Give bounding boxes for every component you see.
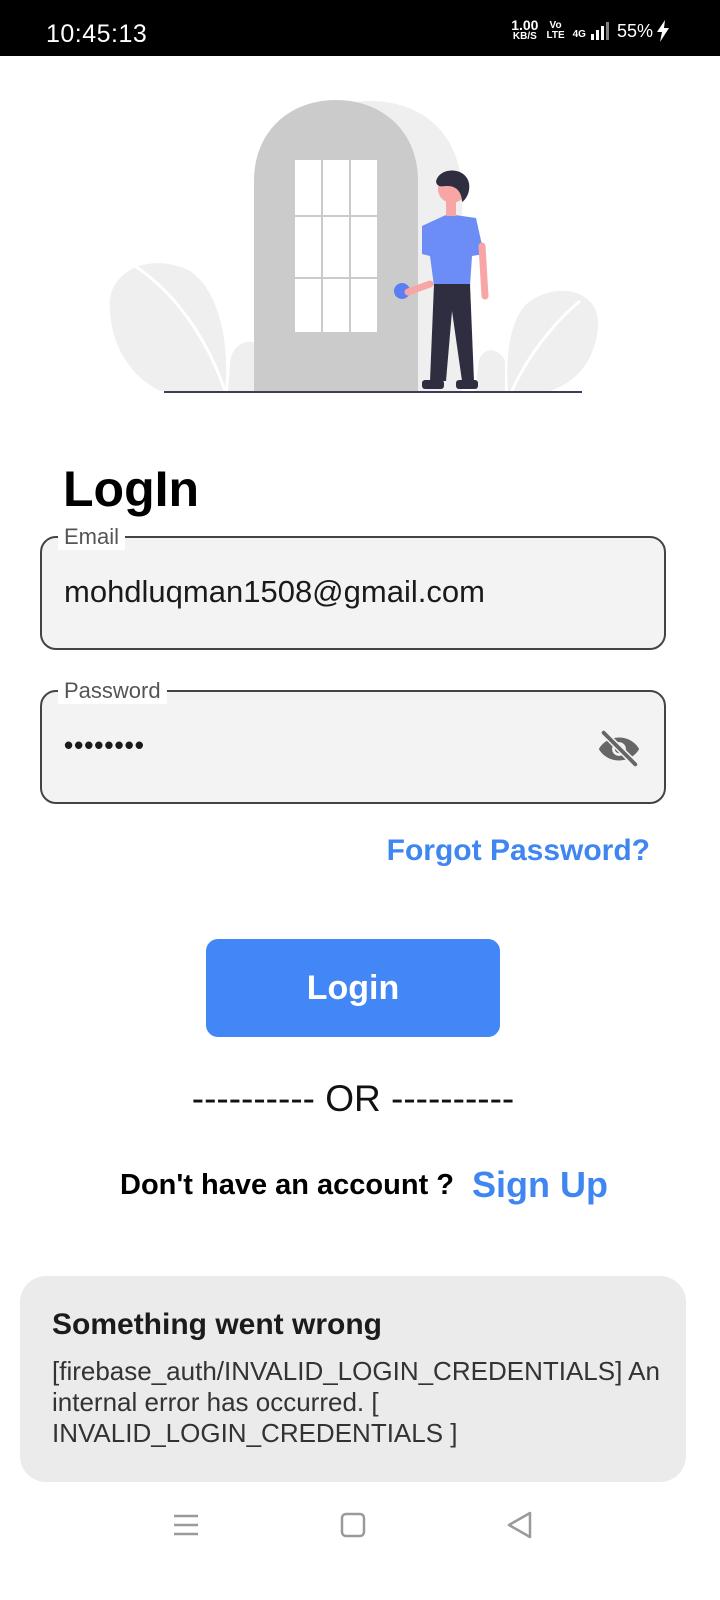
error-toast: Something went wrong [firebase_auth/INVA… [20,1276,686,1482]
signal-bars [590,22,609,40]
signal-icon: 4G [573,22,609,40]
volte-bottom: LTE [546,30,565,41]
back-triangle-icon[interactable] [500,1505,540,1545]
network-speed-value: 1.00 [511,17,539,33]
error-message: [firebase_auth/INVALID_LOGIN_CREDENTIALS… [52,1356,660,1448]
menu-icon[interactable] [166,1505,206,1545]
status-time: 10:45:13 [46,20,148,48]
volte-indicator: Vo LTE [546,21,564,41]
charging-bolt-icon [657,20,669,42]
password-label: Password [58,678,167,704]
login-button[interactable]: Login [206,939,500,1037]
email-label: Email [58,524,126,550]
login-illustration [109,100,599,393]
home-square-icon[interactable] [333,1505,373,1545]
page-title: LogIn [63,461,200,517]
error-title: Something went wrong [52,1308,382,1341]
email-field[interactable]: Email mohdluqman1508@gmail.com [40,524,666,650]
network-speed: 1.00 KB/S [511,17,539,42]
network-type: 4G [572,29,586,40]
system-nav-bar [0,1495,720,1555]
signup-link[interactable]: Sign Up [472,1164,608,1206]
network-speed-unit: KB/S [512,31,537,42]
forgot-password-link[interactable]: Forgot Password? [387,834,650,868]
battery-percent: 55% [616,20,653,41]
signup-prompt: Don't have an account ? [120,1168,454,1201]
signup-row: Don't have an account ? Sign Up [120,1164,608,1206]
password-value[interactable]: •••••••• [64,730,145,761]
status-bar: 10:45:13 1.00 KB/S Vo LTE 4G 55% [0,0,720,56]
or-divider: ---------- OR ---------- [191,1078,515,1119]
status-indicators: 1.00 KB/S Vo LTE 4G 55% [511,17,670,42]
password-field[interactable]: Password •••••••• [40,678,666,804]
eye-off-icon[interactable] [596,726,642,772]
battery-indicator: 55% [617,20,670,42]
email-value[interactable]: mohdluqman1508@gmail.com [64,574,485,610]
